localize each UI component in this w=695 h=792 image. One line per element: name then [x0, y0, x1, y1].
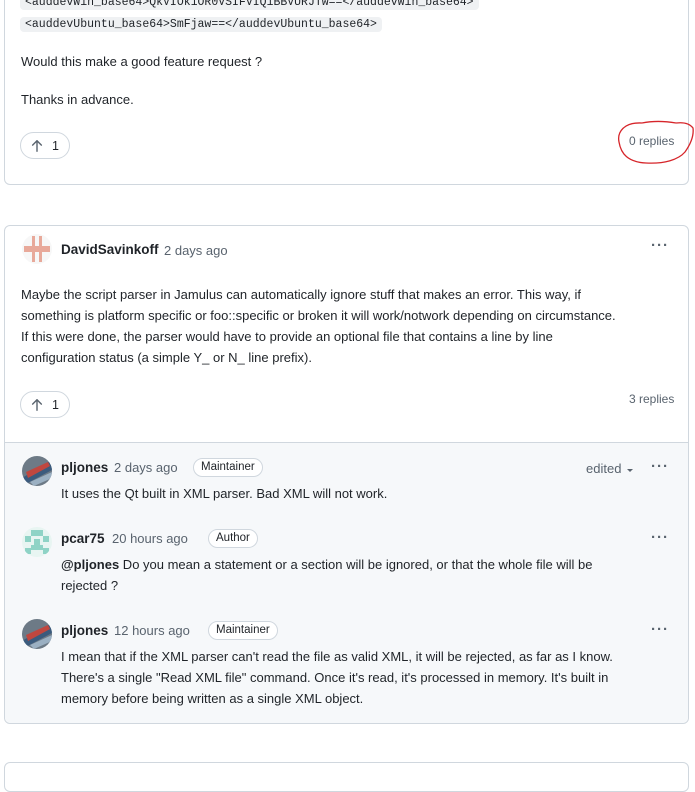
reply-2-body-text: Do you mean a statement or a section wil…: [119, 557, 593, 572]
identicon-avatar-icon: [22, 234, 52, 264]
triangle-down-icon: [627, 468, 634, 472]
reply-3-body-line-2: There's a single "Read XML file" command…: [61, 670, 609, 685]
reply-2-body-line-2: rejected ?: [61, 578, 119, 593]
reply-2-author[interactable]: pcar75: [61, 531, 105, 546]
comment-body-line-2: something is platform specific or foo::s…: [21, 308, 616, 323]
user-avatar-icon: [22, 456, 52, 486]
upvote-count: 1: [52, 397, 59, 412]
comment-body-line-3: If this were done, the parser would have…: [21, 329, 553, 344]
annotation-circle: [618, 120, 694, 164]
kebab-horizontal-icon[interactable]: ···: [651, 529, 669, 546]
comment-replies-count[interactable]: 3 replies: [629, 392, 674, 406]
code-line-1: <auddevWin_base64>QkVIOk1OR0VSIFVIQ1BBVU…: [20, 0, 479, 10]
avatar: [22, 527, 52, 557]
code-line-2: <auddevUbuntu_base64>SmFjaw==</auddevUbu…: [20, 17, 382, 32]
maintainer-badge: Maintainer: [193, 458, 263, 477]
kebab-horizontal-icon[interactable]: ···: [651, 458, 669, 475]
comment-timestamp[interactable]: 2 days ago: [164, 243, 228, 258]
avatar: [22, 619, 52, 649]
reply-3-body-line-3: memory before being written as a single …: [61, 691, 364, 706]
author-badge: Author: [208, 529, 258, 548]
edited-label: edited: [586, 461, 622, 476]
avatar: [22, 234, 52, 264]
comment-author[interactable]: DavidSavinkoff: [61, 242, 159, 257]
reply-1-timestamp[interactable]: 2 days ago: [114, 460, 178, 475]
reply-2-timestamp[interactable]: 20 hours ago: [112, 531, 188, 546]
upvote-count: 1: [52, 138, 59, 153]
arrow-up-icon: [31, 139, 43, 152]
reply-1-author[interactable]: pljones: [61, 460, 108, 475]
maintainer-badge: Maintainer: [208, 621, 278, 640]
top-post-upvote-button[interactable]: 1: [20, 132, 70, 159]
user-avatar-icon: [22, 619, 52, 649]
mention-link[interactable]: @pljones: [61, 557, 119, 572]
avatar: [22, 456, 52, 486]
kebab-horizontal-icon[interactable]: ···: [651, 621, 669, 638]
arrow-up-icon: [31, 398, 43, 411]
comment-body-line-1: Maybe the script parser in Jamulus can a…: [21, 287, 581, 302]
reply-1-body: It uses the Qt built in XML parser. Bad …: [61, 486, 388, 501]
reply-3-author[interactable]: pljones: [61, 623, 108, 638]
comment-upvote-button[interactable]: 1: [20, 391, 70, 418]
comment-body-line-4: configuration status (a simple Y_ or N_ …: [21, 350, 312, 365]
reply-2-body-line-1: @pljones Do you mean a statement or a se…: [61, 554, 593, 575]
reply-3-body-line-1: I mean that if the XML parser can't read…: [61, 649, 613, 664]
edited-dropdown[interactable]: edited: [586, 461, 635, 476]
identicon-avatar-icon: [22, 527, 52, 557]
reply-3-timestamp[interactable]: 12 hours ago: [114, 623, 190, 638]
top-post-paragraph-2: Thanks in advance.: [21, 92, 134, 107]
top-post-paragraph-1: Would this make a good feature request ?: [21, 54, 263, 69]
kebab-horizontal-icon[interactable]: ···: [651, 237, 669, 254]
